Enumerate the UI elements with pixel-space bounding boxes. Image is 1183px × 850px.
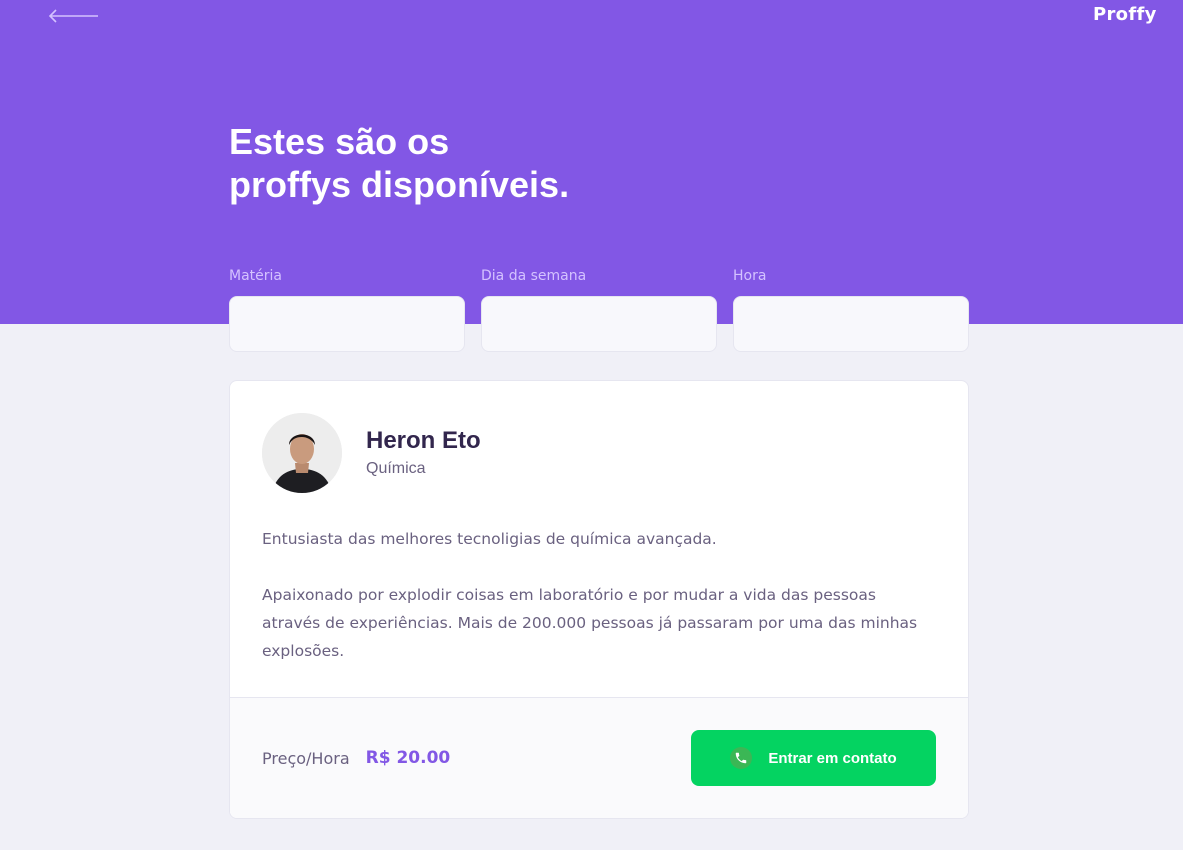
price: Preço/Hora R$ 20.00 [262,748,450,768]
price-label: Preço/Hora [262,748,350,768]
teacher-name: Heron Eto [366,427,481,454]
avatar [262,413,342,493]
subject-input[interactable] [229,296,465,352]
teacher-subject: Química [366,460,426,477]
back-link[interactable] [46,4,100,28]
page-title-line1: Estes são os [229,121,450,162]
weekday-input[interactable] [481,296,717,352]
subject-filter: Matéria [229,266,465,352]
page-title-line2: proffys disponíveis. [229,164,570,205]
page-title: Estes são os proffys disponíveis. [229,120,729,206]
bio-paragraph-2: Apaixonado por explodir coisas em labora… [262,586,918,660]
search-filters: Matéria Dia da semana Hora [229,266,969,352]
contact-button[interactable]: Entrar em contato [691,730,936,786]
teacher-card-header: Heron Eto Química [262,413,481,493]
teacher-card: Heron Eto Química Entusiasta das melhore… [229,380,969,819]
time-input[interactable] [733,296,969,352]
teacher-card-footer: Preço/Hora R$ 20.00 Entrar em contato [230,697,968,818]
weekday-label: Dia da semana [481,268,587,284]
teacher-info: Heron Eto Química [366,426,481,480]
logo: Proffy [1093,4,1157,25]
weekday-filter: Dia da semana [481,266,717,352]
contact-button-label: Entrar em contato [768,749,897,767]
price-value: R$ 20.00 [365,748,451,768]
bio-paragraph-1: Entusiasta das melhores tecnoligias de q… [262,530,717,548]
teacher-bio: Entusiasta das melhores tecnoligias de q… [262,525,922,665]
subject-label: Matéria [229,268,282,284]
arrow-left-icon [48,9,98,23]
time-label: Hora [733,268,767,284]
time-filter: Hora [733,266,969,352]
whatsapp-icon [730,747,753,769]
